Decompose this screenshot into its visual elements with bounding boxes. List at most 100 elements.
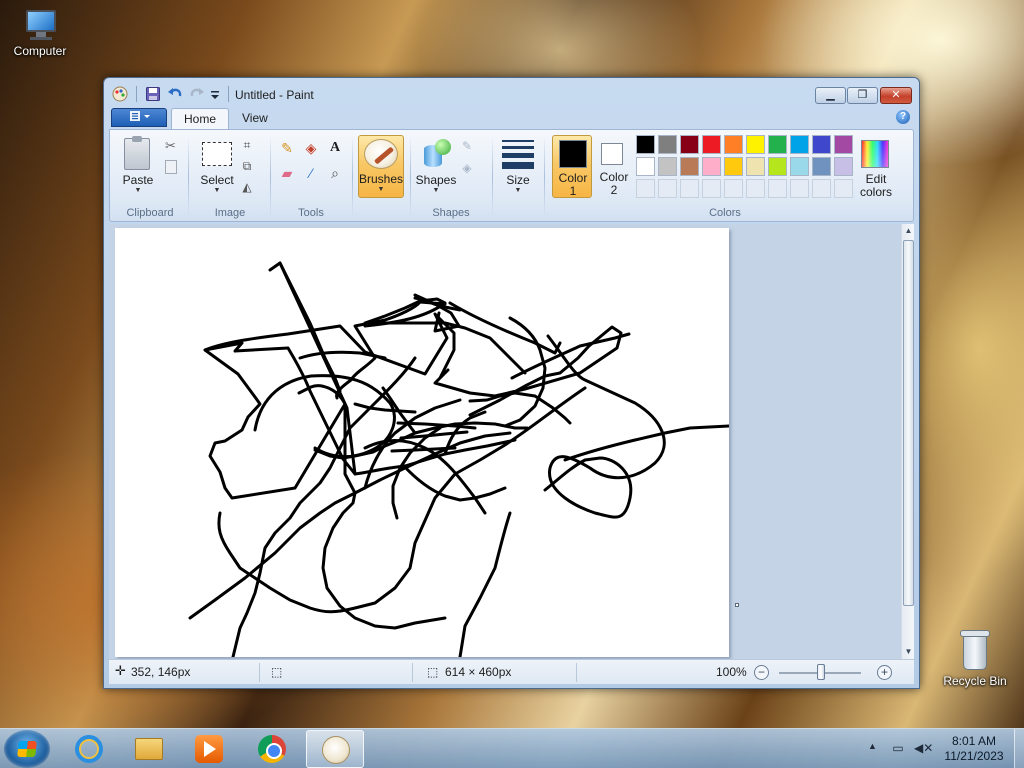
color-2-button[interactable]: Color 2 <box>594 135 634 198</box>
scroll-thumb[interactable] <box>903 240 914 606</box>
taskbar-chrome[interactable] <box>243 730 301 768</box>
taskbar-media-player[interactable] <box>180 730 238 768</box>
drawing-canvas[interactable] <box>115 228 731 659</box>
palette-swatch-empty[interactable] <box>746 179 765 198</box>
palette-swatch[interactable] <box>746 157 765 176</box>
palette-swatch-empty[interactable] <box>658 179 677 198</box>
tab-view[interactable]: View <box>230 108 280 129</box>
canvas-resize-handle[interactable] <box>735 603 739 607</box>
palette-swatch[interactable] <box>746 135 765 154</box>
separator <box>410 136 411 218</box>
ribbon: Paste ▼ ✂ Clipboard Select ▼ ⌗ ⧉ ◭ Image… <box>109 129 914 222</box>
size-button[interactable]: Size ▼ <box>498 173 538 194</box>
brushes-label: Brushes ▼ <box>359 172 403 193</box>
palette-swatch-empty[interactable] <box>768 179 787 198</box>
network-icon[interactable]: ▭ <box>890 741 906 755</box>
vertical-scrollbar[interactable]: ▲ ▼ <box>901 224 914 659</box>
edit-colors-button[interactable]: Edit colors <box>852 173 900 199</box>
palette-swatch-empty[interactable] <box>790 179 809 198</box>
edit-colors-icon[interactable] <box>861 140 889 168</box>
ribbon-tab-bar: Home View ? <box>109 107 914 129</box>
volume-muted-icon[interactable]: ◀✕ <box>914 741 933 755</box>
separator <box>412 663 413 682</box>
palette-swatch-empty[interactable] <box>834 179 853 198</box>
save-icon[interactable] <box>145 86 161 102</box>
cursor-position: 352, 146px <box>131 665 191 679</box>
palette-swatch[interactable] <box>790 135 809 154</box>
palette-swatch[interactable] <box>768 157 787 176</box>
palette-swatch[interactable] <box>834 157 853 176</box>
title-bar[interactable]: Untitled - Paint ▁ ❐ ✕ <box>104 78 919 108</box>
palette-swatch-empty[interactable] <box>636 179 655 198</box>
taskbar-internet-explorer[interactable] <box>60 730 118 768</box>
select-icon[interactable] <box>202 142 232 166</box>
select-button[interactable]: Select ▼ <box>194 173 240 194</box>
show-hidden-icons-icon[interactable]: ▲ <box>868 741 877 751</box>
palette-swatch[interactable] <box>812 135 831 154</box>
fill-icon: ◈ <box>462 161 472 175</box>
minimize-button[interactable]: ▁ <box>815 87 846 104</box>
color-1-button[interactable]: Color 1 <box>552 135 592 198</box>
palette-swatch[interactable] <box>768 135 787 154</box>
palette-swatch-empty[interactable] <box>680 179 699 198</box>
zoom-out-button[interactable]: − <box>754 665 769 680</box>
palette-swatch[interactable] <box>702 157 721 176</box>
palette-swatch[interactable] <box>724 135 743 154</box>
palette-swatch[interactable] <box>834 135 853 154</box>
palette-swatch[interactable] <box>680 157 699 176</box>
internet-explorer-icon <box>75 735 103 763</box>
crop-icon[interactable]: ⌗ <box>240 138 254 152</box>
magnifier-icon[interactable]: ⌕ <box>325 163 345 183</box>
pencil-icon[interactable]: ✎ <box>277 138 297 158</box>
size-label: Size <box>506 173 530 187</box>
palette-swatch[interactable] <box>636 157 655 176</box>
color-picker-icon[interactable]: ⁄ <box>301 163 321 183</box>
palette-swatch[interactable] <box>702 135 721 154</box>
close-button[interactable]: ✕ <box>880 87 912 104</box>
desktop-icon-computer[interactable]: Computer <box>0 8 80 58</box>
brushes-button[interactable]: Brushes ▼ <box>358 135 404 198</box>
color-1-number: 1 <box>569 184 577 198</box>
eraser-icon[interactable]: ▰ <box>277 163 297 183</box>
palette-swatch[interactable] <box>724 157 743 176</box>
resize-icon[interactable]: ⧉ <box>240 159 254 173</box>
palette-swatch[interactable] <box>636 135 655 154</box>
zoom-slider-thumb[interactable] <box>817 664 825 680</box>
undo-icon[interactable] <box>167 86 183 102</box>
palette-swatch[interactable] <box>812 157 831 176</box>
customize-toolbar-icon[interactable] <box>209 86 225 102</box>
cursor-position-icon: ✛ <box>115 663 126 678</box>
rotate-icon[interactable]: ◭ <box>240 180 254 194</box>
paste-button[interactable]: Paste ▼ <box>120 173 156 194</box>
taskbar-paint[interactable] <box>306 730 364 768</box>
shapes-icon[interactable] <box>422 139 452 167</box>
palette-swatch[interactable] <box>658 135 677 154</box>
zoom-in-button[interactable]: + <box>877 665 892 680</box>
color-2-swatch <box>601 143 623 165</box>
palette-swatch-empty[interactable] <box>702 179 721 198</box>
tab-home[interactable]: Home <box>171 108 230 129</box>
size-icon[interactable] <box>502 140 534 173</box>
paint-app-icon[interactable] <box>112 86 128 102</box>
scroll-up-icon[interactable]: ▲ <box>902 224 915 238</box>
paint-menu-button[interactable] <box>111 108 167 127</box>
fill-bucket-icon[interactable]: ◈ <box>301 138 321 158</box>
taskbar-windows-explorer[interactable] <box>120 730 178 768</box>
group-label-shapes: Shapes <box>432 207 470 219</box>
paste-icon[interactable] <box>124 136 150 170</box>
separator <box>576 663 577 682</box>
clock[interactable]: 8:01 AM 11/21/2023 <box>940 734 1008 764</box>
palette-swatch-empty[interactable] <box>812 179 831 198</box>
palette-swatch[interactable] <box>680 135 699 154</box>
text-tool-icon[interactable]: A <box>325 138 345 158</box>
start-button[interactable] <box>4 730 50 768</box>
help-icon[interactable]: ? <box>896 110 910 124</box>
scroll-down-icon[interactable]: ▼ <box>902 645 915 659</box>
maximize-button[interactable]: ❐ <box>847 87 878 104</box>
desktop-icon-recycle-bin[interactable]: Recycle Bin <box>935 630 1015 688</box>
palette-swatch[interactable] <box>790 157 809 176</box>
palette-swatch[interactable] <box>658 157 677 176</box>
palette-swatch-empty[interactable] <box>724 179 743 198</box>
shapes-button[interactable]: Shapes ▼ <box>414 173 458 194</box>
show-desktop-button[interactable] <box>1014 729 1024 768</box>
